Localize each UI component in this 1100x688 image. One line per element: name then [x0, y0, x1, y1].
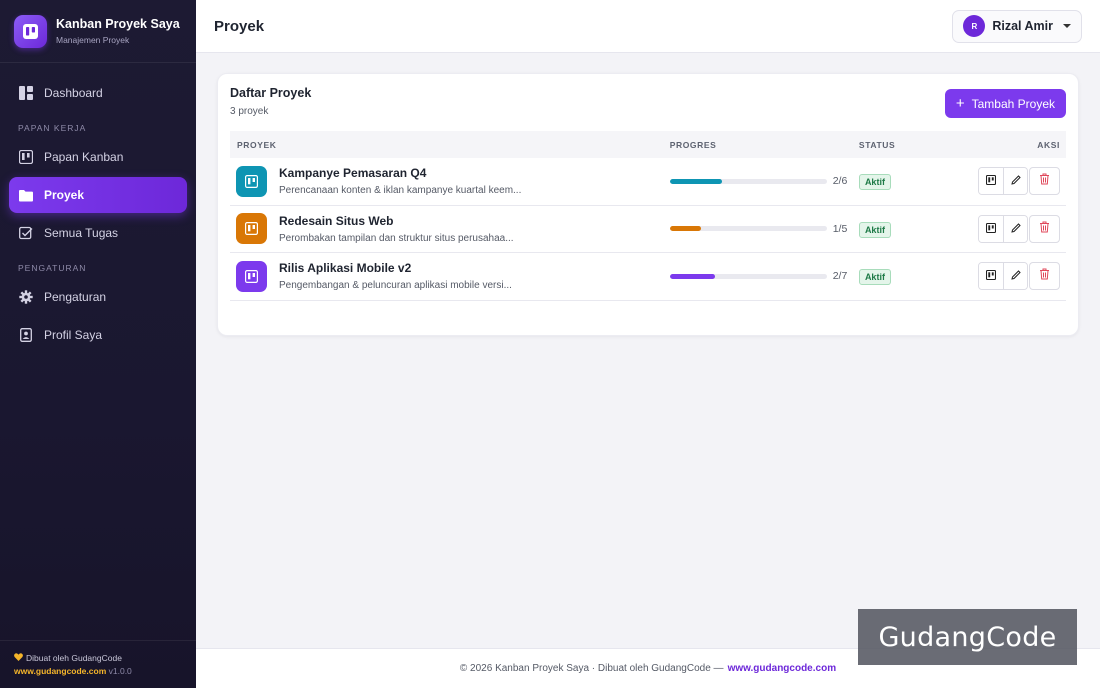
dashboard-icon [19, 86, 33, 100]
profile-icon [19, 328, 33, 342]
avatar: R [963, 15, 986, 37]
kanban-icon [985, 220, 997, 238]
sidebar-item-label: Dashboard [44, 86, 103, 100]
progress-fill [669, 178, 722, 184]
column-header-progress: PROGRES [669, 139, 717, 150]
gear-icon [19, 290, 33, 304]
page-title: Proyek [214, 17, 265, 35]
sidebar-footer: Dibuat oleh GudangCode www.gudangcode.co… [0, 640, 196, 688]
status-badge: Aktif [858, 221, 891, 238]
project-table: PROYEK PROGRES STATUS AKSI Kampanye Pema… [230, 131, 1066, 301]
nav-section-work: PAPAN KERJA [18, 123, 87, 133]
project-kanban-icon [236, 260, 267, 292]
top-header: Proyek R Rizal Amir [196, 0, 1100, 53]
kanban-logo-icon [14, 14, 47, 48]
status-badge: Aktif [858, 269, 891, 286]
sidebar-item-kanban[interactable]: Papan Kanban [9, 139, 187, 175]
site-link[interactable]: www.gudangcode.com [14, 666, 106, 676]
edit-button[interactable] [1003, 215, 1027, 242]
project-count: 3 proyek [230, 106, 269, 117]
sidebar-nav: Dashboard PAPAN KERJA Papan Kanban Proye… [0, 63, 196, 353]
add-project-label: Tambah Proyek [971, 96, 1055, 111]
progress-fill [669, 273, 715, 279]
progress-bar [669, 226, 827, 232]
version-text: v1.0.0 [108, 666, 132, 676]
sidebar-item-tasks[interactable]: Semua Tugas [9, 215, 187, 251]
kanban-icon [985, 172, 997, 190]
progress-count: 1/5 [832, 222, 848, 235]
kanban-icon [19, 150, 33, 164]
brand[interactable]: Kanban Proyek Saya Manajemen Proyek [0, 0, 196, 63]
watermark: GudangCode [858, 609, 1077, 665]
sidebar-item-label: Pengaturan [44, 290, 107, 304]
trash-icon [1039, 267, 1050, 285]
sidebar-item-projects[interactable]: Proyek [9, 177, 187, 213]
sidebar-item-profile[interactable]: Profil Saya [9, 317, 187, 353]
project-list-card: Daftar Proyek 3 proyek + Tambah Proyek P… [217, 73, 1079, 336]
table-row[interactable]: Rilis Aplikasi Mobile v2 Pengembangan & … [230, 253, 1066, 301]
user-name: Rizal Amir [992, 19, 1053, 33]
edit-button[interactable] [1003, 263, 1027, 290]
add-project-button[interactable]: + Tambah Proyek [944, 89, 1066, 118]
trash-icon [1039, 220, 1050, 238]
user-menu-button[interactable]: R Rizal Amir [952, 9, 1082, 43]
progress-count: 2/7 [832, 270, 848, 283]
progress-bar [669, 178, 827, 184]
delete-button[interactable] [1029, 262, 1060, 291]
sidebar-item-label: Papan Kanban [44, 150, 124, 164]
folder-icon [19, 188, 33, 202]
sidebar-item-label: Semua Tugas [44, 226, 119, 240]
checkbox-icon [19, 226, 33, 240]
pencil-icon [1010, 220, 1021, 238]
table-row[interactable]: Kampanye Pemasaran Q4 Perencanaan konten… [230, 158, 1066, 206]
project-name[interactable]: Redesain Situs Web [279, 214, 514, 228]
delete-button[interactable] [1029, 214, 1060, 243]
made-by-text: Dibuat oleh GudangCode [26, 653, 122, 663]
progress-fill [669, 226, 702, 232]
sidebar-item-dashboard[interactable]: Dashboard [9, 75, 187, 111]
progress-bar [669, 273, 827, 279]
open-board-button[interactable] [979, 215, 1003, 242]
kanban-icon [985, 267, 997, 285]
trash-icon [1039, 172, 1050, 190]
pencil-icon [1010, 267, 1021, 285]
project-description: Perombakan tampilan dan struktur situs p… [279, 232, 514, 244]
project-kanban-icon [236, 165, 267, 197]
project-description: Pengembangan & peluncuran aplikasi mobil… [279, 280, 512, 292]
edit-button[interactable] [1003, 168, 1027, 195]
nav-section-settings: PENGATURAN [18, 263, 87, 273]
footer-text: © 2026 Kanban Proyek Saya · Dibuat oleh … [459, 663, 724, 674]
project-name[interactable]: Rilis Aplikasi Mobile v2 [279, 261, 512, 275]
pencil-icon [1010, 172, 1021, 190]
plus-icon: + [955, 95, 965, 112]
sidebar-item-settings[interactable]: Pengaturan [9, 279, 187, 315]
project-kanban-icon [236, 213, 267, 245]
project-name[interactable]: Kampanye Pemasaran Q4 [279, 166, 521, 180]
open-board-button[interactable] [979, 263, 1003, 290]
column-header-project: PROYEK [237, 139, 277, 150]
column-header-status: STATUS [858, 139, 896, 150]
sidebar-item-label: Proyek [44, 188, 85, 202]
status-badge: Aktif [858, 174, 891, 191]
caret-down-icon [1063, 24, 1071, 28]
footer-link[interactable]: www.gudangcode.com [728, 663, 837, 674]
sidebar-item-label: Profil Saya [44, 328, 103, 342]
progress-count: 2/6 [832, 175, 848, 188]
delete-button[interactable] [1029, 167, 1060, 196]
table-header: PROYEK PROGRES STATUS AKSI [230, 131, 1066, 158]
sidebar: Kanban Proyek Saya Manajemen Proyek Dash… [0, 0, 196, 688]
project-description: Perencanaan konten & iklan kampanye kuar… [279, 185, 522, 197]
brand-title: Kanban Proyek Saya [56, 17, 180, 31]
column-header-actions: AKSI [1037, 139, 1060, 150]
card-title: Daftar Proyek [230, 86, 312, 100]
table-row[interactable]: Redesain Situs Web Perombakan tampilan d… [230, 206, 1066, 253]
heart-icon [14, 653, 23, 663]
brand-subtitle: Manajemen Proyek [56, 35, 130, 45]
open-board-button[interactable] [979, 168, 1003, 195]
